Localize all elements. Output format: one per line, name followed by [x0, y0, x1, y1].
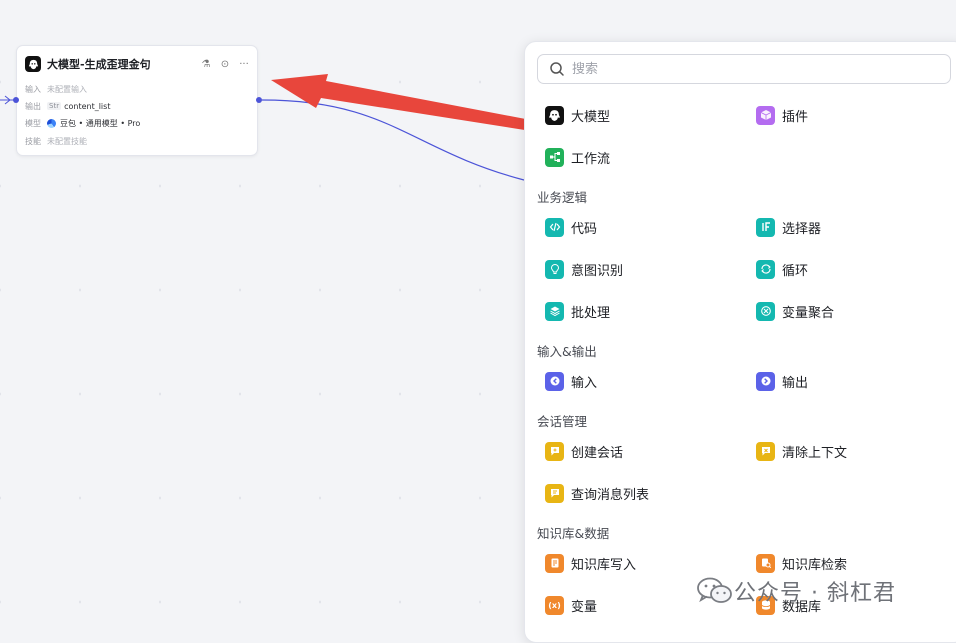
node-option-selector[interactable]: 选择器: [756, 216, 821, 238]
item-label: 大模型: [571, 109, 611, 125]
node-title: 大模型-生成歪理金句: [47, 58, 151, 71]
input-port[interactable]: [13, 97, 19, 103]
code-icon: [545, 217, 564, 237]
node-actions: ⚗ ⊙ ···: [201, 59, 249, 70]
search-box[interactable]: [537, 54, 951, 84]
item-label: 变量聚合: [782, 305, 835, 321]
item-label: 工作流: [571, 151, 611, 167]
node-option-variable-merge[interactable]: 变量聚合: [756, 300, 834, 322]
section-title-business-logic: 业务逻辑: [537, 190, 588, 205]
type-tag: Str: [47, 102, 62, 110]
item-label: 知识库写入: [571, 557, 637, 573]
clear-context-icon: [756, 441, 775, 461]
wechat-icon: [697, 577, 732, 603]
item-label: 选择器: [782, 221, 822, 237]
item-label: 清除上下文: [782, 445, 848, 461]
node-option-workflow[interactable]: 工作流: [545, 146, 610, 168]
item-label: 知识库检索: [782, 557, 848, 573]
node-option-variable[interactable]: (x) 变量: [545, 594, 597, 616]
item-label: 变量: [571, 599, 598, 615]
node-option-plugin[interactable]: 插件: [756, 104, 808, 126]
node-option-create-session[interactable]: 创建会话: [545, 440, 623, 462]
item-label: 批处理: [571, 305, 611, 321]
node-option-output[interactable]: 输出: [756, 370, 808, 392]
watermark: 公众号 · 斜杠君: [696, 574, 896, 608]
watermark-text: 公众号 · 斜杠君: [734, 581, 896, 606]
row-value: 未配置输入: [47, 84, 87, 94]
node-option-input[interactable]: 输入: [545, 370, 597, 392]
row-value: 豆包 • 通用模型 • Pro: [60, 118, 141, 128]
row-key: 输出: [25, 101, 41, 111]
input-arrow-icon: [545, 371, 564, 391]
node-header: 大模型-生成歪理金句 ⚗ ⊙ ···: [25, 55, 249, 73]
item-label: 插件: [782, 109, 809, 125]
output-arrow-icon: [756, 371, 775, 391]
debug-icon[interactable]: ⚗: [201, 59, 211, 70]
loop-icon: [756, 259, 775, 279]
node-option-llm[interactable]: 大模型: [545, 104, 610, 126]
section-title-knowledge-data: 知识库&数据: [537, 526, 610, 541]
output-port[interactable]: [256, 97, 262, 103]
node-option-intent[interactable]: 意图识别: [545, 258, 623, 280]
llm-node-card[interactable]: 大模型-生成歪理金句 ⚗ ⊙ ··· 输入 未配置输入 输出 Str conte…: [16, 45, 258, 156]
node-row-input: 输入 未配置输入: [25, 82, 87, 96]
more-options-icon[interactable]: ···: [239, 59, 249, 70]
search-icon: [546, 58, 568, 80]
row-key: 技能: [25, 136, 41, 146]
node-picker-panel: 大模型 插件 工作流 业务逻辑 代码 选择器 意图识别 循环: [524, 41, 956, 643]
node-row-model: 模型 豆包 • 通用模型 • Pro: [25, 116, 140, 130]
search-input[interactable]: [570, 60, 934, 78]
row-value: content_list: [64, 101, 111, 111]
llm-node-icon: [25, 56, 41, 72]
item-label: 输入: [571, 375, 598, 391]
kb-write-icon: [545, 553, 564, 573]
batch-layers-icon: [545, 301, 564, 321]
section-title-io: 输入&输出: [537, 344, 597, 359]
item-label: 循环: [782, 263, 809, 279]
plugin-cube-icon: [756, 105, 775, 125]
row-key: 模型: [25, 118, 41, 128]
row-key: 输入: [25, 84, 41, 94]
kb-search-icon: [756, 553, 775, 573]
variable-icon: (x): [545, 595, 564, 615]
workflow-icon: [545, 147, 564, 167]
item-label: 查询消息列表: [571, 487, 650, 503]
node-row-skills: 技能 未配置技能: [25, 134, 87, 148]
node-option-batch[interactable]: 批处理: [545, 300, 610, 322]
item-label: 输出: [782, 375, 809, 391]
node-option-clear-context[interactable]: 清除上下文: [756, 440, 847, 462]
create-chat-icon: [545, 441, 564, 461]
llm-icon: [545, 105, 564, 125]
annotation-arrow: [271, 74, 536, 131]
node-option-message-list[interactable]: 查询消息列表: [545, 482, 649, 504]
variable-merge-icon: [756, 301, 775, 321]
row-value: 未配置技能: [47, 136, 87, 146]
node-option-kb-search[interactable]: 知识库检索: [756, 552, 847, 574]
doubao-model-icon: [47, 118, 56, 128]
node-option-loop[interactable]: 循环: [756, 258, 808, 280]
item-label: 意图识别: [571, 263, 624, 279]
node-option-kb-write[interactable]: 知识库写入: [545, 552, 636, 574]
run-node-icon[interactable]: ⊙: [220, 59, 230, 70]
item-label: 创建会话: [571, 445, 624, 461]
intent-bulb-icon: [545, 259, 564, 279]
section-title-session: 会话管理: [537, 414, 588, 429]
message-list-icon: [545, 483, 564, 503]
if-selector-icon: [756, 217, 775, 237]
node-option-code[interactable]: 代码: [545, 216, 597, 238]
item-label: 代码: [571, 221, 598, 237]
node-row-output: 输出 Str content_list: [25, 99, 110, 113]
